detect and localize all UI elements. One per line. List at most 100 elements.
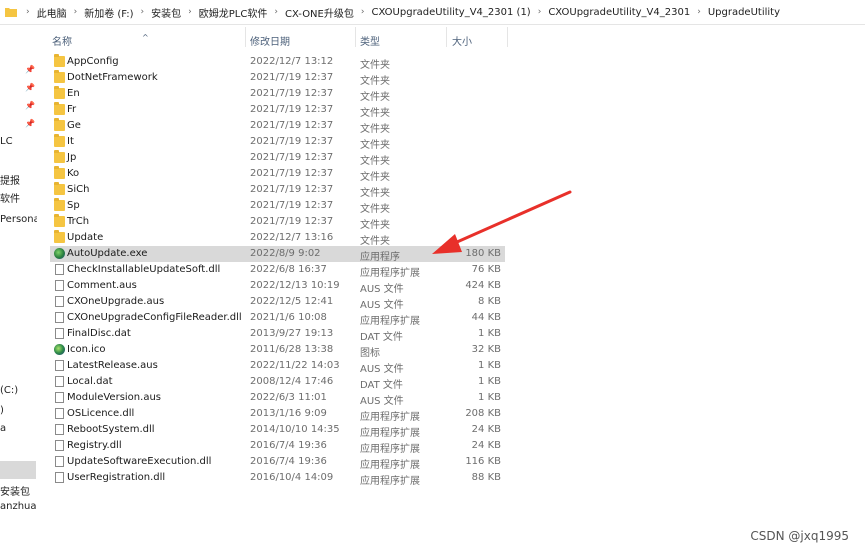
breadcrumb-item[interactable]: UpgradeUtility — [705, 7, 783, 18]
file-type: 应用程序扩展 — [360, 460, 420, 471]
file-type: 文件夹 — [360, 124, 390, 135]
file-row[interactable]: Jp 2021/7/19 12:37 文件夹 — [50, 150, 505, 167]
file-size: 1 KB — [478, 328, 501, 339]
file-row[interactable]: CXOneUpgradeConfigFileReader.dll 2021/1/6… — [50, 310, 505, 327]
file-row[interactable]: FinalDisc.dat 2013/9/27 19:13 DAT 文件 1 KB — [50, 326, 505, 343]
nav-item[interactable]: a — [0, 423, 6, 434]
file-row[interactable]: TrCh 2021/7/19 12:37 文件夹 — [50, 214, 505, 231]
file-row[interactable]: Update 2022/12/7 13:16 文件夹 — [50, 230, 505, 247]
watermark: CSDN @jxq1995 — [750, 529, 849, 543]
chevron-right-icon: › — [73, 7, 78, 17]
column-divider[interactable] — [245, 27, 246, 47]
file-row[interactable]: OSLicence.dll 2013/1/16 9:09 应用程序扩展 208 KB — [50, 406, 505, 423]
file-row[interactable]: CheckInstallableUpdateSoft.dll 2022/6/8 1… — [50, 262, 505, 279]
file-type: 文件夹 — [360, 204, 390, 215]
ico-icon — [54, 344, 65, 355]
column-header-date[interactable]: 修改日期 — [250, 33, 290, 48]
file-type: 应用程序 — [360, 252, 400, 263]
folder-icon — [54, 198, 65, 211]
file-type: 应用程序扩展 — [360, 268, 420, 279]
file-size: 424 KB — [465, 280, 501, 291]
file-size: 32 KB — [471, 344, 501, 355]
column-header-size[interactable]: 大小 — [452, 33, 472, 48]
nav-item[interactable]: anzhuan — [0, 501, 37, 512]
nav-item[interactable]: 软件 — [0, 190, 20, 205]
file-name: Local.dat — [67, 376, 113, 387]
file-row[interactable]: Registry.dll 2016/7/4 19:36 应用程序扩展 24 KB — [50, 438, 505, 455]
file-type: 文件夹 — [360, 220, 390, 231]
chevron-right-icon: › — [697, 7, 701, 17]
file-date: 2013/1/16 9:09 — [250, 408, 327, 419]
folder-icon — [54, 166, 65, 179]
file-icon — [55, 312, 64, 323]
column-header-name[interactable]: 名称 — [52, 33, 72, 48]
nav-item[interactable]: (C:) — [0, 385, 18, 396]
file-name: CheckInstallableUpdateSoft.dll — [67, 264, 221, 275]
column-header-type[interactable]: 类型 — [360, 33, 380, 48]
file-type: 应用程序扩展 — [360, 476, 420, 487]
breadcrumb-item[interactable]: 新加卷 (F:) — [81, 5, 136, 20]
breadcrumb-item[interactable]: CXOUpgradeUtility_V4_2301 — [545, 7, 693, 18]
file-date: 2011/6/28 13:38 — [250, 344, 334, 355]
file-row[interactable]: RebootSystem.dll 2014/10/10 14:35 应用程序扩展 24… — [50, 422, 505, 439]
nav-item[interactable]: 提报 — [0, 172, 20, 187]
breadcrumb-item[interactable]: 安装包 — [148, 5, 184, 20]
file-name: Sp — [67, 200, 80, 211]
file-row[interactable]: DotNetFramework 2021/7/19 12:37 文件夹 — [50, 70, 505, 87]
file-size: 1 KB — [478, 376, 501, 387]
nav-selection — [0, 461, 36, 479]
file-row[interactable]: Ge 2021/7/19 12:37 文件夹 — [50, 118, 505, 135]
file-row[interactable]: It 2021/7/19 12:37 文件夹 — [50, 134, 505, 151]
file-name: SiCh — [67, 184, 90, 195]
file-date: 2022/6/3 11:01 — [250, 392, 327, 403]
pin-icon: 📌 — [25, 119, 35, 128]
breadcrumb-item[interactable]: 此电脑 — [34, 5, 70, 20]
column-divider[interactable] — [507, 27, 508, 47]
address-bar[interactable]: › 此电脑 › 新加卷 (F:) › 安装包 › 欧姆龙PLC软件 › CX-O… — [0, 0, 865, 25]
column-divider[interactable] — [446, 27, 447, 47]
column-divider[interactable] — [355, 27, 356, 47]
file-date: 2021/7/19 12:37 — [250, 200, 334, 211]
file-row[interactable]: UserRegistration.dll 2016/10/4 14:09 应用程序扩… — [50, 470, 505, 487]
nav-item[interactable]: LC — [0, 136, 13, 147]
file-row[interactable]: ModuleVersion.aus 2022/6/3 11:01 AUS 文件 1 K… — [50, 390, 505, 407]
file-icon — [55, 280, 64, 291]
file-row[interactable]: SiCh 2021/7/19 12:37 文件夹 — [50, 182, 505, 199]
nav-item[interactable]: ) — [0, 405, 4, 416]
file-row[interactable]: CXOneUpgrade.aus 2022/12/5 12:41 AUS 文件 8 K… — [50, 294, 505, 311]
folder-icon — [54, 134, 65, 147]
file-type: 文件夹 — [360, 92, 390, 103]
file-name: CXOneUpgrade.aus — [67, 296, 165, 307]
file-icon — [55, 360, 64, 371]
file-row[interactable]: Sp 2021/7/19 12:37 文件夹 — [50, 198, 505, 215]
file-row[interactable]: AppConfig 2022/12/7 13:12 文件夹 — [50, 54, 505, 71]
file-date: 2021/7/19 12:37 — [250, 152, 334, 163]
file-row[interactable]: Local.dat 2008/12/4 17:46 DAT 文件 1 KB — [50, 374, 505, 391]
breadcrumb-item[interactable]: CX-ONE升级包 — [282, 5, 357, 20]
file-date: 2022/12/13 10:19 — [250, 280, 340, 291]
chevron-right-icon: › — [360, 7, 365, 17]
file-row[interactable]: Comment.aus 2022/12/13 10:19 AUS 文件 424 KB — [50, 278, 505, 295]
nav-item[interactable]: Persona — [0, 214, 37, 225]
breadcrumb-item[interactable]: CXOUpgradeUtility_V4_2301 (1) — [368, 7, 533, 18]
folder-icon — [5, 8, 17, 17]
breadcrumb-item[interactable]: 欧姆龙PLC软件 — [196, 5, 271, 20]
file-name: UpdateSoftwareExecution.dll — [67, 456, 212, 467]
file-row[interactable]: Ko 2021/7/19 12:37 文件夹 — [50, 166, 505, 183]
file-row[interactable]: AutoUpdate.exe 2022/8/9 9:02 应用程序 180 KB — [50, 246, 505, 263]
navigation-pane[interactable]: 📌 📌 📌 📌 LC 提报 软件 Persona (C:) ) a 安装包 an… — [0, 25, 37, 555]
file-row[interactable]: Icon.ico 2011/6/28 13:38 图标 32 KB — [50, 342, 505, 359]
file-icon — [55, 392, 64, 403]
file-type: 应用程序扩展 — [360, 444, 420, 455]
file-row[interactable]: En 2021/7/19 12:37 文件夹 — [50, 86, 505, 103]
chevron-right-icon: › — [537, 7, 542, 17]
nav-item[interactable]: 安装包 — [0, 483, 30, 498]
file-name: AppConfig — [67, 56, 119, 67]
file-date: 2022/11/22 14:03 — [250, 360, 340, 371]
file-row[interactable]: LatestRelease.aus 2022/11/22 14:03 AUS 文件 1… — [50, 358, 505, 375]
file-row[interactable]: Fr 2021/7/19 12:37 文件夹 — [50, 102, 505, 119]
file-row[interactable]: UpdateSoftwareExecution.dll 2016/7/4 19:3… — [50, 454, 505, 471]
file-type: 文件夹 — [360, 236, 390, 247]
file-icon — [55, 296, 64, 307]
file-type: AUS 文件 — [360, 396, 404, 407]
